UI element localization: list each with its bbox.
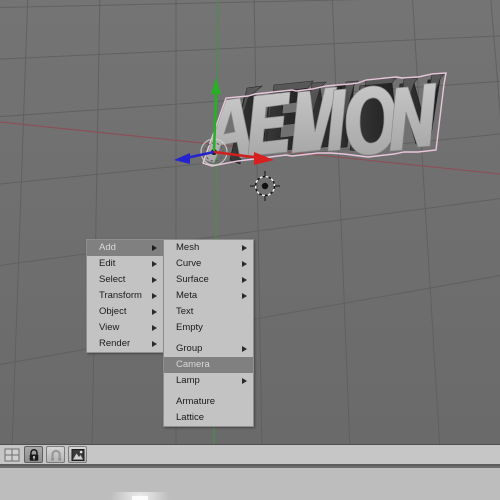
view3d-menu-item-transform[interactable]: Transform — [87, 288, 163, 304]
magnet-icon[interactable] — [46, 446, 65, 463]
add-menu-item-label: Meta — [176, 290, 198, 301]
add-menu-item-label: Surface — [176, 274, 209, 285]
add-menu-item-group[interactable]: Group — [164, 341, 253, 357]
image-glyph — [71, 448, 84, 461]
add-menu-item-empty[interactable]: Empty — [164, 320, 253, 336]
chevron-right-icon — [152, 260, 157, 267]
chevron-right-icon — [242, 345, 247, 352]
blender-window: Add Edit Select Transform Object View Render M… — [0, 0, 500, 500]
view3d-menu-item-add[interactable]: Add — [87, 240, 163, 256]
view3d-menu[interactable]: Add Edit Select Transform Object View Render — [86, 239, 164, 353]
lock-glyph — [29, 448, 38, 461]
chevron-right-icon — [152, 276, 157, 283]
chevron-right-icon — [152, 244, 157, 251]
add-menu-item-curve[interactable]: Curve — [164, 256, 253, 272]
chevron-right-icon — [242, 260, 247, 267]
add-menu-item-armature[interactable]: Armature — [164, 394, 253, 410]
view3d-menu-item-select[interactable]: Select — [87, 272, 163, 288]
add-menu-item-text[interactable]: Text — [164, 304, 253, 320]
chevron-right-icon — [242, 276, 247, 283]
view3d-menu-item-label: Edit — [99, 258, 116, 269]
add-menu-item-label: Camera — [176, 359, 210, 370]
add-menu-item-surface[interactable]: Surface — [164, 272, 253, 288]
add-menu-item-camera[interactable]: Camera — [164, 357, 253, 373]
window-type-icon[interactable] — [2, 446, 22, 463]
add-menu-item-label: Curve — [176, 258, 202, 269]
viewport-header[interactable] — [0, 444, 500, 466]
add-menu-item-label: Mesh — [176, 242, 200, 253]
view3d-menu-item-label: View — [99, 322, 120, 333]
chevron-right-icon — [242, 377, 247, 384]
chevron-right-icon — [242, 244, 247, 251]
magnet-glyph — [50, 449, 61, 460]
view3d-menu-item-edit[interactable]: Edit — [87, 256, 163, 272]
chevron-right-icon — [152, 308, 157, 315]
view3d-menu-item-render[interactable]: Render — [87, 336, 163, 352]
chevron-right-icon — [152, 292, 157, 299]
add-menu-item-label: Lamp — [176, 375, 200, 386]
add-menu-item-label: Armature — [176, 396, 216, 407]
view3d-menu-item-label: Render — [99, 338, 131, 349]
view3d-menu-item-label: Add — [99, 242, 116, 253]
view3d-menu-item-label: Transform — [99, 290, 142, 301]
chevron-right-icon — [152, 324, 157, 331]
3d-viewport[interactable]: Add Edit Select Transform Object View Render M… — [0, 0, 500, 444]
lock-icon[interactable] — [24, 446, 43, 463]
image-icon[interactable] — [68, 446, 87, 463]
add-menu-item-label: Lattice — [176, 412, 204, 423]
add-menu-item-meta[interactable]: Meta — [164, 288, 253, 304]
add-menu-item-label: Text — [176, 306, 194, 317]
add-menu[interactable]: Mesh Curve Surface Meta Text Empty Group Camera… — [163, 239, 254, 427]
view3d-menu-item-view[interactable]: View — [87, 320, 163, 336]
add-menu-item-lamp[interactable]: Lamp — [164, 373, 253, 389]
view3d-menu-item-label: Object — [99, 306, 127, 317]
window-type-glyph — [4, 448, 20, 461]
add-menu-item-lattice[interactable]: Lattice — [164, 410, 253, 426]
chevron-right-icon — [152, 340, 157, 347]
lower-panel — [0, 468, 500, 500]
add-menu-item-label: Group — [176, 343, 203, 354]
add-menu-item-mesh[interactable]: Mesh — [164, 240, 253, 256]
add-menu-item-label: Empty — [176, 322, 203, 333]
chevron-right-icon — [242, 292, 247, 299]
view3d-menu-item-object[interactable]: Object — [87, 304, 163, 320]
view3d-menu-item-label: Select — [99, 274, 126, 285]
panel-highlight-bar — [132, 496, 148, 500]
